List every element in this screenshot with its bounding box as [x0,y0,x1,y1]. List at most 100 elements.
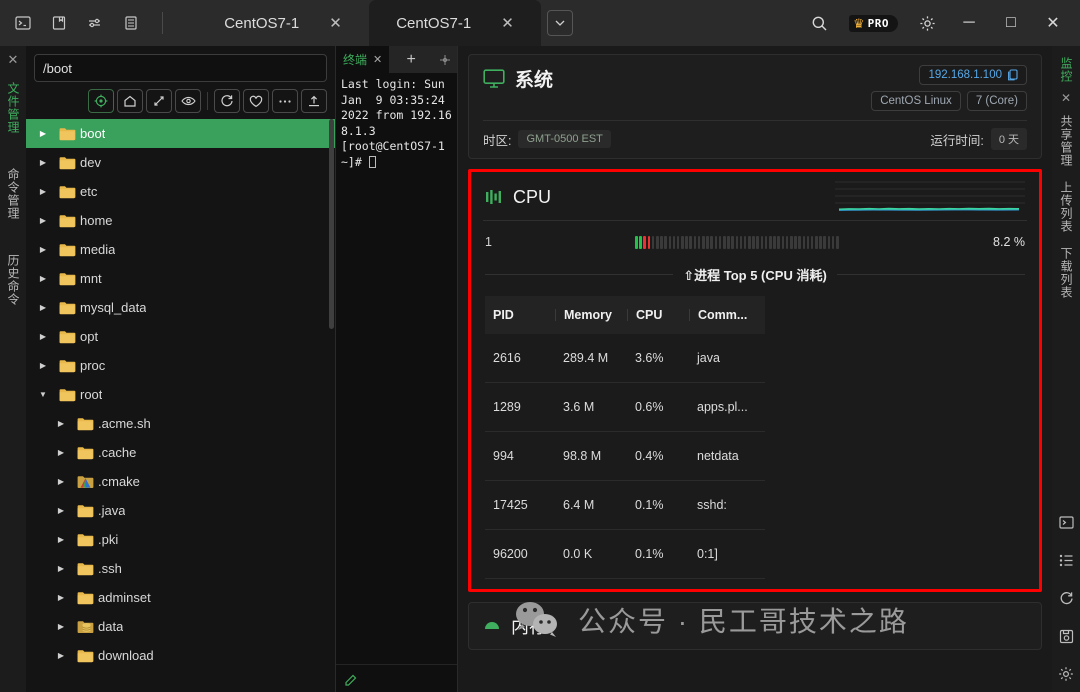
save-icon[interactable] [1054,618,1078,654]
process-table-column-header[interactable]: Comm... [689,308,765,322]
file-tree-item[interactable]: ▶ mysql_data [26,293,335,322]
cpu-icon [485,189,503,205]
file-tree-item[interactable]: ▶ download [26,641,335,670]
gauge-tick-empty [789,235,793,249]
tab-close-icon[interactable]: ✕ [329,14,342,32]
tab-close-icon[interactable]: ✕ [501,14,514,32]
chevron-right-icon[interactable]: ▶ [32,303,54,312]
right-rail-item-download-list[interactable]: 下载列表 [1059,241,1073,305]
right-rail-item-upload-list[interactable]: 上传列表 [1059,175,1073,239]
memory-title: 内存 [511,617,547,637]
bookmark-icon[interactable] [48,12,70,34]
tab-centos7-1-first[interactable]: CentOS7-1 ✕ [197,0,369,46]
minimize-button[interactable]: ─ [956,10,982,36]
file-tree-item[interactable]: ▶ adminset [26,583,335,612]
file-tree-item[interactable]: ▶ proc [26,351,335,380]
process-table-column-header[interactable]: CPU [627,309,689,322]
chevron-right-icon[interactable]: ▶ [50,448,72,457]
chevron-right-icon[interactable]: ▶ [50,477,72,486]
locate-icon[interactable] [88,89,114,113]
grid-icon[interactable] [433,54,457,66]
chevron-right-icon[interactable]: ▶ [50,506,72,515]
left-rail-close-icon[interactable]: ✕ [8,52,19,68]
table-row[interactable]: 994 98.8 M 0.4% netdata [485,432,765,481]
expand-arrows-icon[interactable] [146,89,172,113]
table-row[interactable]: 2616 289.4 M 3.6% java [485,334,765,383]
chevron-right-icon[interactable]: ▶ [32,216,54,225]
file-tree-item[interactable]: ▶ .acme.sh [26,409,335,438]
maximize-button[interactable]: □ [998,10,1024,36]
favorite-heart-icon[interactable] [243,89,269,113]
terminal-tab-close-icon[interactable]: ✕ [373,53,382,66]
file-tree-item[interactable]: ▶ .cmake [26,467,335,496]
close-button[interactable]: ✕ [1040,10,1066,36]
list-icon[interactable] [1054,542,1078,578]
tab-list-dropdown-icon[interactable] [547,10,573,36]
upload-icon[interactable] [301,89,327,113]
chevron-right-icon[interactable]: ▶ [50,564,72,573]
chevron-right-icon[interactable]: ▶ [32,274,54,283]
transfer-icon[interactable] [84,12,106,34]
terminal-icon[interactable] [12,12,34,34]
chevron-right-icon[interactable]: ▶ [50,535,72,544]
chevron-right-icon[interactable]: ▶ [50,651,72,660]
settings-icon[interactable] [1054,656,1078,692]
search-icon[interactable] [807,10,833,36]
chevron-right-icon[interactable]: ▶ [32,361,54,370]
path-input[interactable] [34,54,327,82]
chevron-right-icon[interactable]: ▶ [50,622,72,631]
pro-badge[interactable]: ♛ PRO [848,14,898,32]
sidebar-item-file-manager[interactable]: 文件管理 [6,76,20,140]
file-tree-scrollbar[interactable] [329,119,334,329]
more-options-icon[interactable] [272,89,298,113]
table-cell: 98.8 M [563,449,602,463]
right-rail-monitor-label[interactable]: 监控 [1059,51,1073,89]
file-tree-item[interactable]: ▶ etc [26,177,335,206]
system-card-footer: 时区: GMT-0500 EST 运行时间: 0 天 [483,128,1027,150]
show-hidden-eye-icon[interactable] [175,89,201,113]
file-tree-item[interactable]: ▶ dev [26,148,335,177]
chevron-right-icon[interactable]: ▶ [50,419,72,428]
chevron-right-icon[interactable]: ▶ [32,158,54,167]
chevron-right-icon[interactable]: ▶ [32,332,54,341]
chevron-right-icon[interactable]: ▶ [32,245,54,254]
table-row[interactable]: 17425 6.4 M 0.1% sshd: [485,481,765,530]
file-tree-item[interactable]: ▶ home [26,206,335,235]
sidebar-item-history-command[interactable]: 历史命令 [6,248,20,312]
process-table-column-header[interactable]: PID [485,309,555,322]
chevron-right-icon[interactable]: ▶ [32,187,54,196]
refresh-icon[interactable] [1054,580,1078,616]
file-tree-item[interactable]: ▶ data [26,612,335,641]
file-tree-item[interactable]: ▼ root [26,380,335,409]
refresh-icon[interactable] [214,89,240,113]
console-icon[interactable] [1054,504,1078,540]
file-tree[interactable]: ▶ boot ▶ dev ▶ etc ▶ home ▶ media ▶ mnt ▶ mysql_data ▶… [26,119,335,692]
copy-icon[interactable] [1007,69,1018,81]
tab-centos7-1-second[interactable]: CentOS7-1 ✕ [369,0,541,46]
file-tree-item[interactable]: ▶ .cache [26,438,335,467]
file-tree-item[interactable]: ▶ media [26,235,335,264]
chevron-down-icon[interactable]: ▼ [32,390,54,399]
new-terminal-tab-button[interactable]: + [389,51,433,69]
settings-gear-icon[interactable] [914,10,940,36]
file-tree-item[interactable]: ▶ .ssh [26,554,335,583]
file-tree-item[interactable]: ▶ boot [26,119,335,148]
file-tree-item[interactable]: ▶ .pki [26,525,335,554]
file-tree-item[interactable]: ▶ mnt [26,264,335,293]
table-row[interactable]: 1289 3.6 M 0.6% apps.pl... [485,383,765,432]
terminal-output[interactable]: Last login: Sun Jan 9 03:35:24 2022 from… [336,73,457,664]
table-row[interactable]: 96200 0.0 K 0.1% 0:1] [485,530,765,579]
file-tree-item[interactable]: ▶ .java [26,496,335,525]
server-list-icon[interactable] [120,12,142,34]
right-rail-close-icon[interactable]: ✕ [1061,91,1071,105]
process-table-column-header[interactable]: Memory [555,309,627,322]
terminal-tab[interactable]: 终端 ✕ [336,46,390,73]
sidebar-item-command-manager[interactable]: 命令管理 [6,162,20,226]
ip-address-chip[interactable]: 192.168.1.100 [919,65,1027,85]
file-tree-item[interactable]: ▶ opt [26,322,335,351]
chevron-right-icon[interactable]: ▶ [50,593,72,602]
edit-icon[interactable] [344,672,358,686]
home-icon[interactable] [117,89,143,113]
right-rail-item-share-manage[interactable]: 共享管理 [1059,109,1073,173]
chevron-right-icon[interactable]: ▶ [32,129,54,138]
